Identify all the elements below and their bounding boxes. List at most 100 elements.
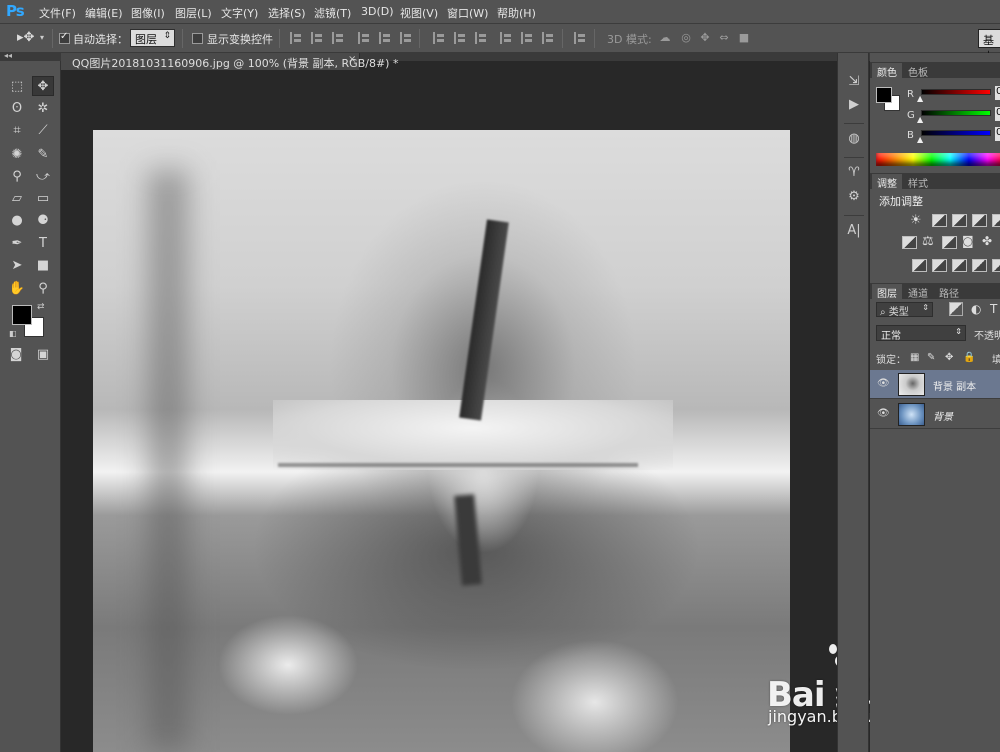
hand-tool-icon[interactable]: ✋: [6, 279, 28, 299]
slider-handle-icon[interactable]: ▲: [917, 115, 923, 124]
document-tab[interactable]: QQ图片20181031160906.jpg @ 100% (背景 副本, RG…: [61, 53, 398, 70]
tab-channels[interactable]: 通道: [903, 284, 933, 300]
zoom-tool-icon[interactable]: ⚲: [32, 279, 54, 299]
healing-brush-tool-icon[interactable]: ✺: [6, 145, 28, 165]
curves-adjust-icon[interactable]: [952, 214, 967, 227]
3d-slide-icon[interactable]: ⇔: [717, 32, 731, 44]
visibility-eye-icon[interactable]: 👁: [877, 378, 890, 389]
history-brush-tool-icon[interactable]: ⤻: [32, 167, 54, 187]
channel-r-slider[interactable]: [921, 89, 991, 95]
eyedropper-tool-icon[interactable]: ⟋: [32, 121, 54, 141]
magic-wand-tool-icon[interactable]: ✲: [32, 99, 54, 119]
brush-panel-icon[interactable]: ♈: [845, 164, 863, 182]
layer-filter-dropdown[interactable]: ⌕ 类型 ⇕: [876, 302, 933, 318]
crop-tool-icon[interactable]: ⌗: [6, 121, 28, 141]
filter-pixel-icon[interactable]: [949, 302, 963, 316]
menu-help[interactable]: 帮助(H): [497, 5, 536, 21]
tab-layers[interactable]: 图层: [872, 284, 902, 300]
menu-filter[interactable]: 滤镜(T): [314, 5, 351, 21]
tool-preset-chevron-icon[interactable]: ▾: [40, 33, 44, 42]
hue-saturation-icon[interactable]: [902, 236, 917, 249]
channel-b-value[interactable]: 0: [995, 127, 1000, 141]
close-document-icon[interactable]: ×: [348, 54, 356, 65]
layer-row-background[interactable]: 👁 背景: [870, 400, 1000, 429]
menu-window[interactable]: 窗口(W): [447, 5, 488, 21]
align-right-icon[interactable]: [400, 32, 411, 44]
color-spectrum-bar[interactable]: [876, 153, 1000, 166]
vibrance-adjust-icon[interactable]: [992, 214, 1000, 227]
distribute-hcenter-icon[interactable]: [521, 32, 532, 44]
menu-3d[interactable]: 3D(D): [361, 5, 394, 18]
character-panel-icon[interactable]: A|: [845, 222, 863, 240]
filter-type-icon[interactable]: T: [990, 302, 997, 316]
quick-mask-icon[interactable]: ◙: [5, 345, 27, 365]
menu-type[interactable]: 文字(Y): [221, 5, 258, 21]
layer-name[interactable]: 背景: [933, 408, 953, 423]
auto-align-icon[interactable]: [574, 32, 585, 44]
slider-handle-icon[interactable]: ▲: [917, 94, 923, 103]
filter-adjust-icon[interactable]: ◐: [971, 302, 981, 316]
show-transform-checkbox[interactable]: [192, 33, 203, 44]
lock-position-icon[interactable]: ✥: [945, 352, 953, 363]
layer-row-background-copy[interactable]: 👁 背景 副本: [870, 370, 1000, 399]
tab-styles[interactable]: 样式: [903, 174, 933, 190]
posterize-adjust-icon[interactable]: [932, 259, 947, 272]
exposure-adjust-icon[interactable]: [972, 214, 987, 227]
path-selection-tool-icon[interactable]: ➤: [6, 256, 28, 276]
color-balance-icon[interactable]: ⚖: [922, 234, 934, 249]
rectangle-tool-icon[interactable]: ■: [32, 256, 54, 276]
tab-color[interactable]: 颜色: [872, 63, 902, 79]
tab-adjustments[interactable]: 调整: [872, 174, 902, 190]
gradient-tool-icon[interactable]: ▭: [32, 189, 54, 209]
pen-tool-icon[interactable]: ✒: [6, 234, 28, 254]
align-vcenter-icon[interactable]: [311, 32, 322, 44]
color-fg-swatch[interactable]: [876, 87, 892, 103]
visibility-eye-icon[interactable]: 👁: [877, 408, 890, 419]
screen-mode-icon[interactable]: ▣: [32, 345, 54, 365]
distribute-bottom-icon[interactable]: [475, 32, 486, 44]
align-hcenter-icon[interactable]: [379, 32, 390, 44]
collapse-tools-icon[interactable]: ◂◂: [4, 51, 12, 60]
lock-transparency-icon[interactable]: ▦: [910, 352, 919, 363]
menu-edit[interactable]: 编辑(E): [85, 5, 123, 21]
channel-r-value[interactable]: 0: [995, 86, 1000, 100]
history-panel-icon[interactable]: ⇲: [845, 73, 863, 91]
align-bottom-icon[interactable]: [332, 32, 343, 44]
eraser-tool-icon[interactable]: ▱: [6, 189, 28, 209]
menu-image[interactable]: 图像(I): [131, 5, 165, 21]
selective-color-icon[interactable]: [992, 259, 1000, 272]
3d-panel-icon[interactable]: ◍: [845, 130, 863, 148]
levels-adjust-icon[interactable]: [932, 214, 947, 227]
threshold-adjust-icon[interactable]: [952, 259, 967, 272]
swap-colors-icon[interactable]: ⇄: [37, 302, 45, 312]
tab-swatches[interactable]: 色板: [903, 63, 933, 79]
menu-file[interactable]: 文件(F): [39, 5, 76, 21]
3d-roll-icon[interactable]: ◎: [679, 32, 693, 44]
actions-panel-icon[interactable]: ▶: [845, 96, 863, 114]
channel-g-value[interactable]: 0: [995, 107, 1000, 121]
3d-rotate-icon[interactable]: ☁: [658, 32, 672, 44]
auto-select-checkbox[interactable]: [59, 31, 70, 44]
layer-name[interactable]: 背景 副本: [933, 378, 976, 393]
marquee-tool-icon[interactable]: ⬚: [6, 77, 28, 97]
type-tool-icon[interactable]: T: [32, 234, 54, 254]
workspace-switcher[interactable]: 基本: [978, 29, 1000, 63]
menu-select[interactable]: 选择(S): [268, 5, 306, 21]
3d-drag-icon[interactable]: ✥: [698, 32, 712, 44]
distribute-right-icon[interactable]: [542, 32, 553, 44]
tab-paths[interactable]: 路径: [934, 284, 964, 300]
lock-paint-icon[interactable]: ✎: [927, 352, 935, 363]
lock-all-icon[interactable]: 🔒: [963, 352, 975, 363]
move-tool-icon[interactable]: ✥: [32, 76, 54, 96]
distribute-left-icon[interactable]: [500, 32, 511, 44]
black-white-icon[interactable]: [942, 236, 957, 249]
gradient-map-icon[interactable]: [972, 259, 987, 272]
default-colors-icon[interactable]: ◧: [9, 329, 17, 338]
slider-handle-icon[interactable]: ▲: [917, 135, 923, 144]
channel-mixer-icon[interactable]: ✤: [982, 234, 992, 248]
lasso-tool-icon[interactable]: ʘ: [6, 99, 28, 119]
blend-mode-dropdown[interactable]: 正常 ⇕: [876, 325, 966, 342]
photo-filter-icon[interactable]: ◙: [962, 234, 974, 248]
distribute-vcenter-icon[interactable]: [454, 32, 465, 44]
invert-adjust-icon[interactable]: [912, 259, 927, 272]
